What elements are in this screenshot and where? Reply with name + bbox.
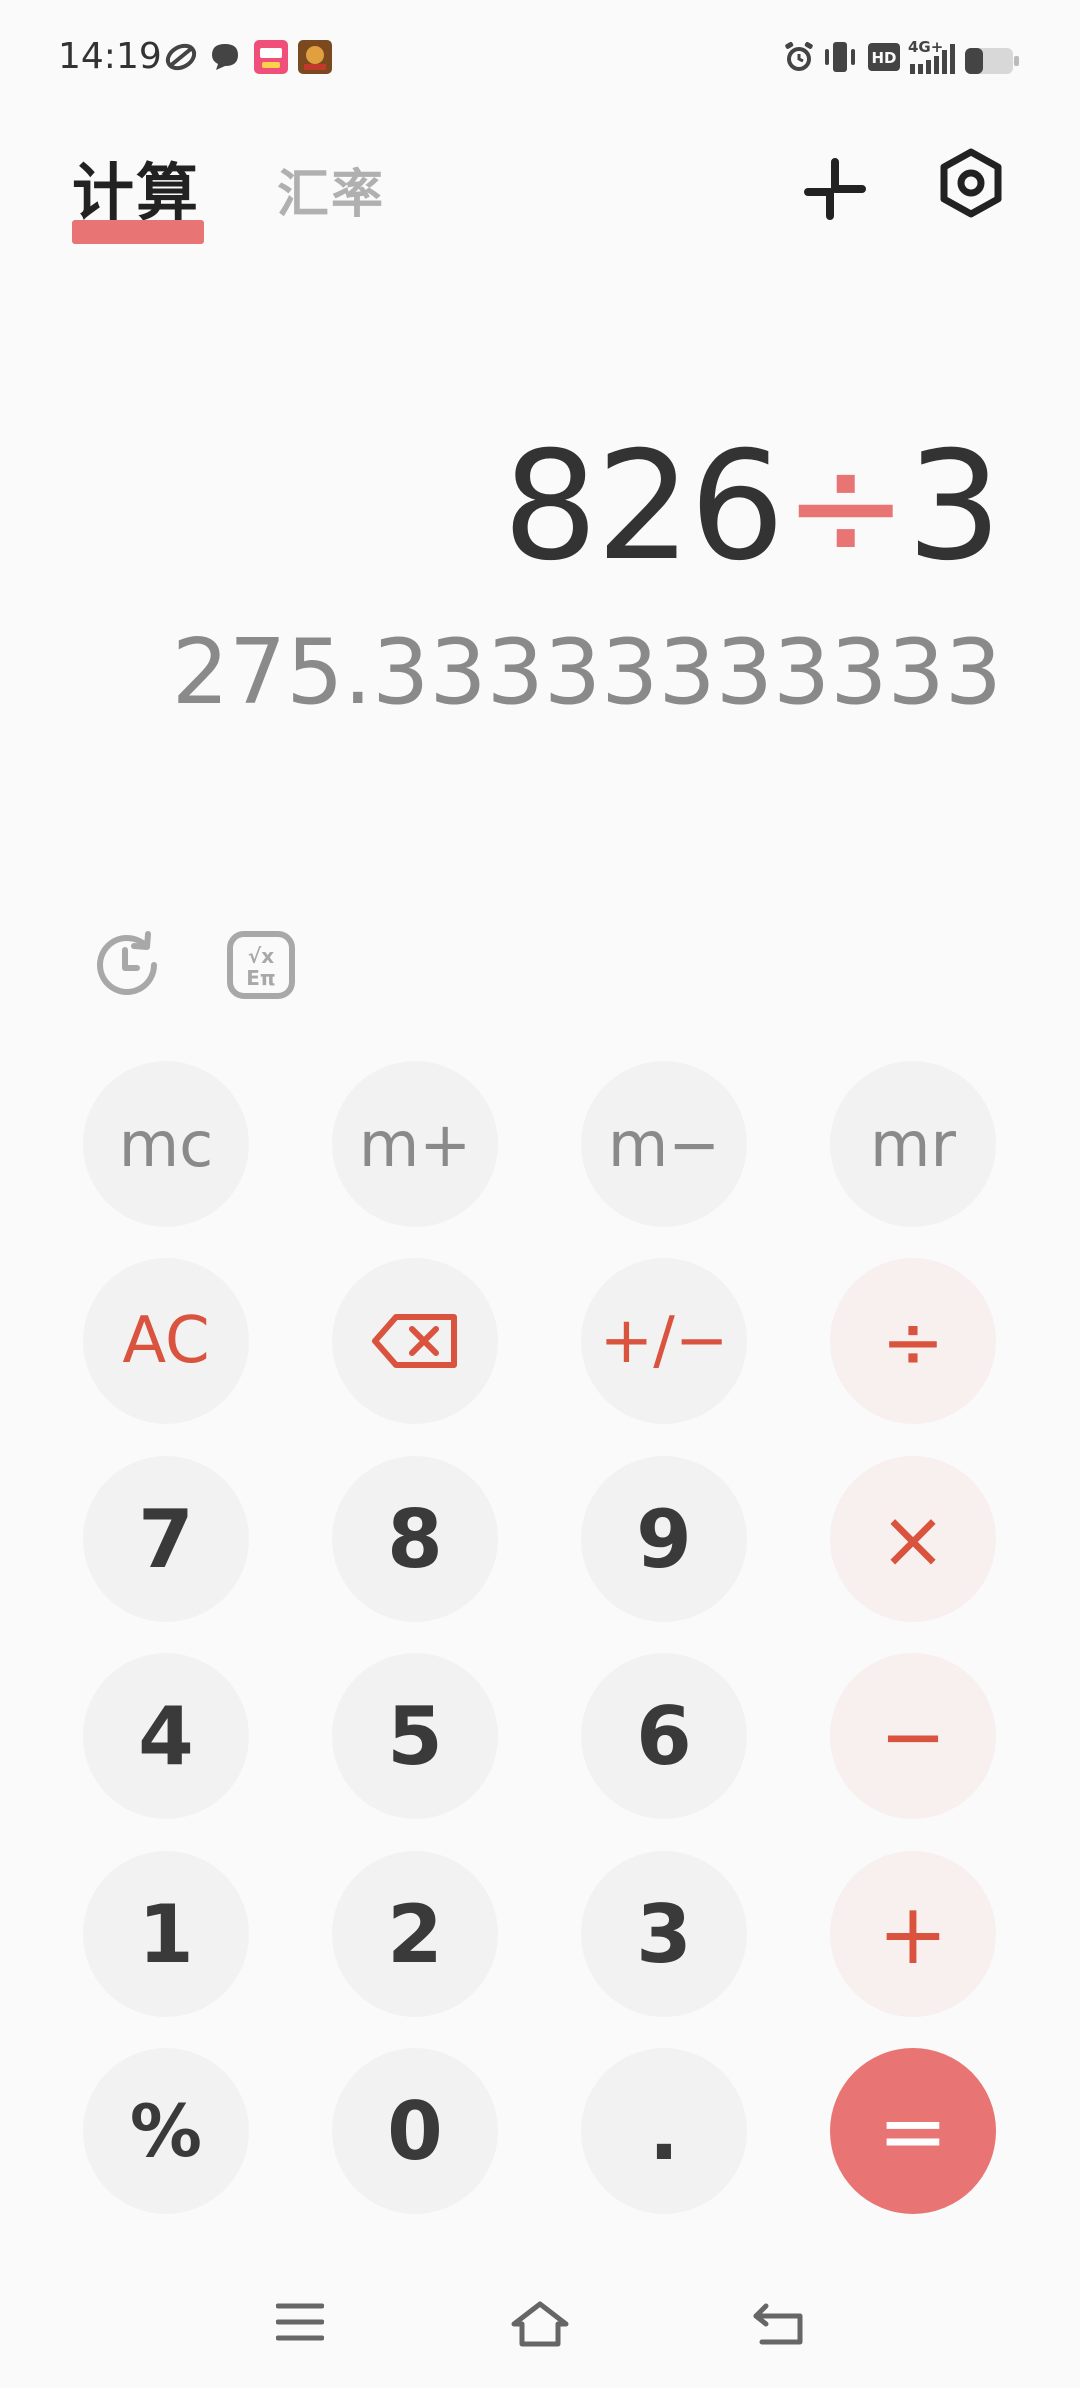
digit-0-button[interactable]: 0 — [332, 2048, 498, 2214]
game-app-icon — [298, 40, 332, 74]
hd-icon: HD — [868, 43, 900, 71]
message-icon — [212, 44, 238, 70]
m-minus-button[interactable]: m− — [581, 1061, 747, 1227]
history-icon[interactable] — [92, 930, 162, 1000]
digit-1-button[interactable]: 1 — [83, 1851, 249, 2017]
backspace-button[interactable] — [332, 1258, 498, 1424]
back-icon[interactable] — [752, 2300, 806, 2346]
active-tab-indicator — [72, 220, 204, 244]
mc-button[interactable]: mc — [83, 1061, 249, 1227]
minus-button[interactable]: − — [830, 1653, 996, 1819]
digit-3-button[interactable]: 3 — [581, 1851, 747, 2017]
digit-7-button[interactable]: 7 — [83, 1456, 249, 1622]
operand-1: 826 — [502, 420, 785, 594]
multiply-button[interactable]: × — [830, 1456, 996, 1622]
battery-icon — [965, 48, 1019, 74]
status-time: 14:19 — [58, 36, 162, 77]
svg-text:HD: HD — [871, 49, 896, 67]
digit-6-button[interactable]: 6 — [581, 1653, 747, 1819]
result-display: 275.33333333333 — [171, 620, 1002, 725]
m-plus-button[interactable]: m+ — [332, 1061, 498, 1227]
settings-icon[interactable] — [936, 148, 1006, 218]
digit-8-button[interactable]: 8 — [332, 1456, 498, 1622]
mr-button[interactable]: mr — [830, 1061, 996, 1227]
operator-symbol: ÷ — [782, 420, 909, 594]
equals-button[interactable]: = — [830, 2048, 996, 2214]
tab-exchange-rate[interactable]: 汇率 — [277, 152, 385, 227]
menu-icon[interactable] — [276, 2300, 324, 2344]
tab-calculator[interactable]: 计算 — [72, 142, 200, 232]
clear-button[interactable]: AC — [83, 1258, 249, 1424]
scientific-icon[interactable]: √x Eπ — [226, 930, 296, 1000]
divide-button[interactable]: ÷ — [830, 1258, 996, 1424]
svg-text:√x: √x — [248, 944, 274, 968]
digit-2-button[interactable]: 2 — [332, 1851, 498, 2017]
backspace-icon — [372, 1314, 457, 1368]
digit-9-button[interactable]: 9 — [581, 1456, 747, 1622]
vibrate-icon — [825, 42, 855, 72]
collapse-icon[interactable] — [800, 154, 870, 224]
sign-toggle-button[interactable]: +/− — [581, 1258, 747, 1424]
percent-button[interactable]: % — [83, 2048, 249, 2214]
digit-4-button[interactable]: 4 — [83, 1653, 249, 1819]
plus-button[interactable]: + — [830, 1851, 996, 2017]
alarm-icon — [785, 42, 813, 71]
data-saver-icon — [165, 43, 197, 71]
decimal-point-button[interactable]: . — [581, 2048, 747, 2214]
svg-text:Eπ: Eπ — [246, 966, 275, 990]
bilibili-app-icon — [254, 40, 288, 74]
expression-display: 826÷3 — [502, 420, 1002, 594]
signal-icon: 4G+ — [908, 38, 958, 78]
digit-5-button[interactable]: 5 — [332, 1653, 498, 1819]
operand-2: 3 — [906, 420, 1002, 594]
home-icon[interactable] — [510, 2300, 570, 2348]
